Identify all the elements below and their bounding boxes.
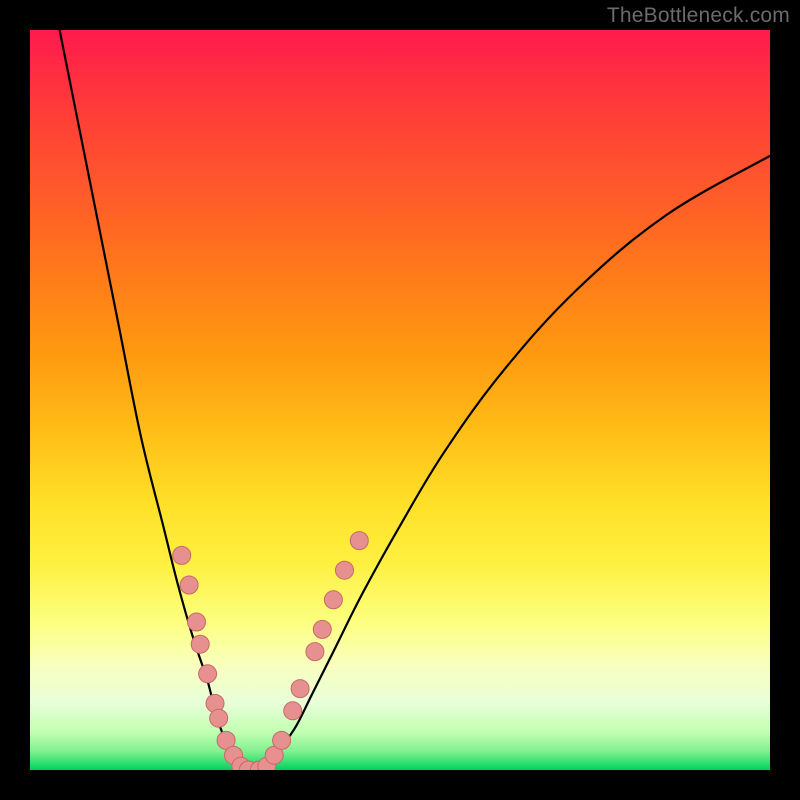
watermark-text: TheBottleneck.com <box>607 4 790 28</box>
marker-dot <box>336 561 354 579</box>
marker-dot <box>291 680 309 698</box>
marker-dot <box>173 546 191 564</box>
left-branch-curve <box>60 30 245 770</box>
marker-dot <box>210 709 228 727</box>
marker-dot <box>188 613 206 631</box>
marker-dot <box>306 643 324 661</box>
chart-svg <box>30 30 770 770</box>
marker-dot <box>313 620 331 638</box>
right-branch-curve <box>267 156 770 770</box>
chart-frame: TheBottleneck.com <box>0 0 800 800</box>
marker-dot <box>180 576 198 594</box>
marker-dot <box>273 731 291 749</box>
plot-area <box>30 30 770 770</box>
marker-dot <box>350 532 368 550</box>
marker-dot <box>199 665 217 683</box>
marker-dot <box>324 591 342 609</box>
marker-dot <box>284 702 302 720</box>
marker-group <box>173 532 369 770</box>
marker-dot <box>191 635 209 653</box>
curve-group <box>60 30 770 770</box>
